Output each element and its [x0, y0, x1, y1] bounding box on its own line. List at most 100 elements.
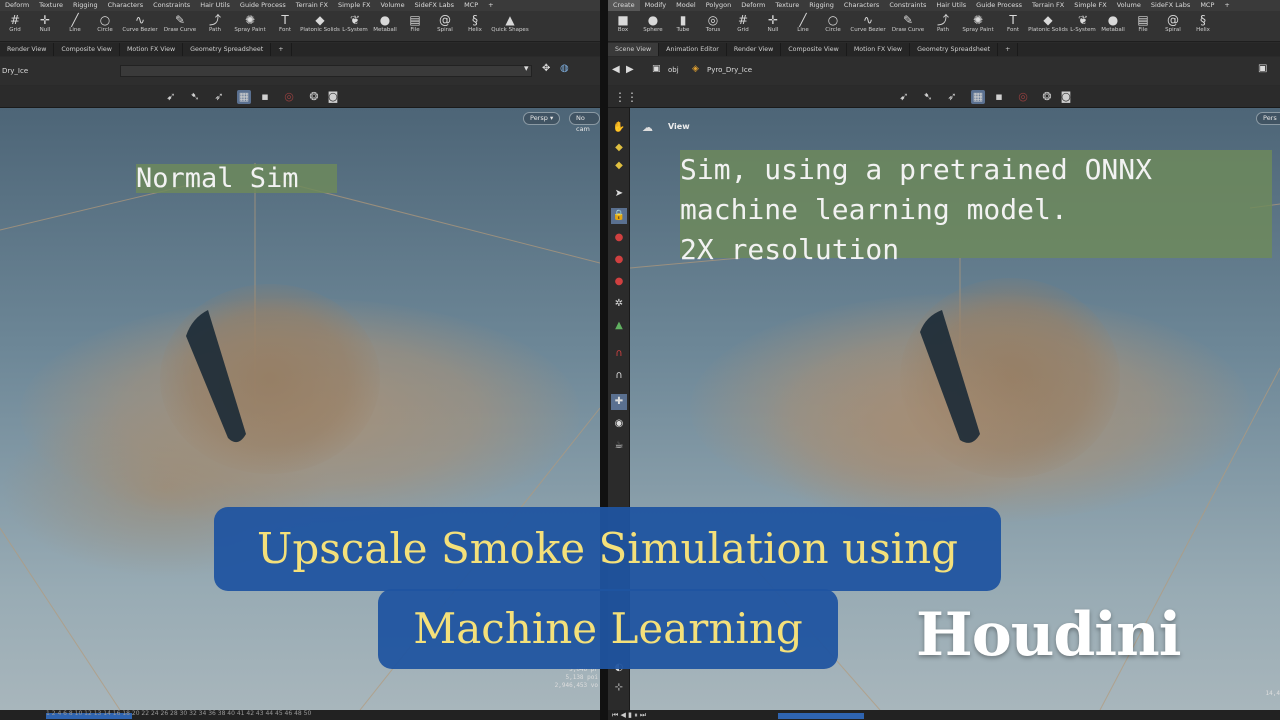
shelf-tab-deform[interactable]: Deform [0, 0, 34, 11]
pin-icon[interactable]: ✥ [542, 63, 550, 74]
shelf-tab-create[interactable]: Create [608, 0, 640, 11]
lock-icon[interactable]: 🔒 [611, 208, 627, 224]
loop-icon[interactable]: ∩ [611, 368, 627, 384]
camera-icon[interactable]: ❂ [1040, 90, 1054, 104]
shelf-tool-spray-paint[interactable]: ✺ Spray Paint [958, 11, 998, 41]
flipbook-icon[interactable]: ◉ [611, 416, 627, 432]
shelf-tool-path[interactable]: ⤴ Path [200, 11, 230, 41]
shelf-tab-simple-fx[interactable]: Simple FX [1069, 0, 1111, 11]
shelf-tool-platonic-solids[interactable]: ◆ Platonic Solids [1028, 11, 1068, 41]
playback-controls-icon[interactable]: ⏮ ◀ ▮ ⏸ ⏭ [612, 711, 646, 720]
path-node[interactable]: Pyro_Dry_Ice [707, 66, 752, 74]
shelf-tab-sidefx-labs[interactable]: SideFX Labs [1146, 0, 1195, 11]
view-tool-icon[interactable]: ◆ [611, 140, 627, 156]
left-timeline[interactable]: 1 2 4 6 8 10 12 13 14 16 18 20 22 24 26 … [0, 710, 600, 720]
pane-tab-render-view[interactable]: Render View [727, 43, 782, 56]
shelf-tool-spiral[interactable]: @ Spiral [1158, 11, 1188, 41]
shelf-tab-sidefx-labs[interactable]: SideFX Labs [410, 0, 459, 11]
shelf-tool-path[interactable]: ⤴ Path [928, 11, 958, 41]
shelf-tool-font[interactable]: T Font [998, 11, 1028, 41]
record-icon[interactable]: ◎ [282, 90, 296, 104]
shelf-tab-volume[interactable]: Volume [1112, 0, 1146, 11]
shelf-tab-model[interactable]: Model [671, 0, 701, 11]
shelf-tool-metaball[interactable]: ● Metaball [370, 11, 400, 41]
pane-tab-composite-view[interactable]: Composite View [781, 43, 847, 56]
pane-tab-motion-fx-view[interactable]: Motion FX View [847, 43, 911, 56]
rotate-arrow-icon[interactable]: ➶ [212, 90, 226, 104]
select-tool-icon[interactable]: ➤ [611, 186, 627, 202]
shelf-tool-helix[interactable]: § Helix [1188, 11, 1218, 41]
grid-menu-icon[interactable]: ⋮⋮ [614, 90, 638, 104]
pane-tab--[interactable]: + [998, 43, 1019, 56]
snap-grid-icon[interactable]: ▦ [971, 90, 985, 104]
shelf-tool-sphere[interactable]: ● Sphere [638, 11, 668, 41]
scale-icon[interactable]: ✲ [611, 296, 627, 312]
left-path-input[interactable] [120, 65, 532, 77]
right-timeline[interactable]: ⏮ ◀ ▮ ⏸ ⏭ [608, 710, 1280, 720]
display-icon[interactable]: ▪ [258, 90, 272, 104]
shelf-tab-guide-process[interactable]: Guide Process [971, 0, 1027, 11]
shelf-tool-file[interactable]: ▤ File [1128, 11, 1158, 41]
shelf-tab-rigging[interactable]: Rigging [68, 0, 103, 11]
pane-tab-motion-fx-view[interactable]: Motion FX View [120, 43, 184, 56]
rotate-icon[interactable]: ● [611, 274, 627, 290]
shelf-tab-terrain-fx[interactable]: Terrain FX [1027, 0, 1069, 11]
move-arrow-icon[interactable]: ➷ [921, 90, 935, 104]
rotate-arrow-icon[interactable]: ➶ [945, 90, 959, 104]
shelf-tool-spiral[interactable]: @ Spiral [430, 11, 460, 41]
shelf-tool-line[interactable]: ╱ Line [60, 11, 90, 41]
shelf-tab-hair-utils[interactable]: Hair Utils [195, 0, 235, 11]
shelf-tool-file[interactable]: ▤ File [400, 11, 430, 41]
shelf-tab-volume[interactable]: Volume [375, 0, 409, 11]
persp-menu-button[interactable]: Persp ▾ [523, 112, 561, 125]
shelf-tab-characters[interactable]: Characters [839, 0, 884, 11]
shelf-tab-deform[interactable]: Deform [736, 0, 770, 11]
shelf-tool-l-system[interactable]: ❦ L-System [340, 11, 370, 41]
shelf-tool-curve-bezier[interactable]: ∿ Curve Bezier [120, 11, 160, 41]
shelf-tool-l-system[interactable]: ❦ L-System [1068, 11, 1098, 41]
pane-tab-geometry-spreadsheet[interactable]: Geometry Spreadsheet [910, 43, 999, 56]
screenshot-icon[interactable]: ◙ [326, 90, 340, 104]
back-arrow-icon[interactable]: ◀ [612, 64, 620, 75]
snap-magnet-icon[interactable]: ∩ [611, 346, 627, 362]
shelf-tab-texture[interactable]: Texture [770, 0, 804, 11]
shelf-tab-simple-fx[interactable]: Simple FX [333, 0, 375, 11]
magnet-icon[interactable]: ● [611, 230, 627, 246]
render-region-icon[interactable]: ✚ [611, 394, 627, 410]
pane-tab-render-view[interactable]: Render View [0, 43, 55, 56]
record-icon[interactable]: ◎ [1016, 90, 1030, 104]
pane-tab-animation-editor[interactable]: Animation Editor [659, 43, 727, 56]
shelf-tab-mcp[interactable]: MCP [459, 0, 483, 11]
shelf-tab-guide-process[interactable]: Guide Process [235, 0, 291, 11]
shelf-tool-line[interactable]: ╱ Line [788, 11, 818, 41]
shelf-tool-null[interactable]: ✛ Null [758, 11, 788, 41]
select-arrow-icon[interactable]: ➹ [897, 90, 911, 104]
shelf-tool-grid[interactable]: # Grid [0, 11, 30, 41]
shelf-tool-draw-curve[interactable]: ✎ Draw Curve [888, 11, 928, 41]
shelf-tool-draw-curve[interactable]: ✎ Draw Curve [160, 11, 200, 41]
select-arrow-icon[interactable]: ➹ [164, 90, 178, 104]
forward-arrow-icon[interactable]: ▶ [626, 64, 634, 75]
shelf-tool-spray-paint[interactable]: ✺ Spray Paint [230, 11, 270, 41]
shelf-tool-helix[interactable]: § Helix [460, 11, 490, 41]
pane-tab--[interactable]: + [271, 43, 292, 56]
shelf-tool-tube[interactable]: ▮ Tube [668, 11, 698, 41]
pane-tab-scene-view[interactable]: Scene View [608, 43, 660, 56]
pane-tab-composite-view[interactable]: Composite View [54, 43, 120, 56]
shelf-tab-mcp[interactable]: MCP [1195, 0, 1219, 11]
handle-tool-icon[interactable]: ✋ [611, 120, 627, 136]
left-path-field[interactable]: Dry_Ice [2, 67, 28, 75]
shelf-tool-circle[interactable]: ○ Circle [90, 11, 120, 41]
shelf-tool-grid[interactable]: # Grid [728, 11, 758, 41]
shelf-tab-rigging[interactable]: Rigging [804, 0, 839, 11]
transform-icon[interactable]: ● [611, 252, 627, 268]
shelf-tab-characters[interactable]: Characters [103, 0, 148, 11]
shelf-tab--[interactable]: + [1219, 0, 1234, 11]
brush-icon[interactable]: ▲ [611, 318, 627, 334]
display-icon[interactable]: ▪ [992, 90, 1006, 104]
chevron-down-icon[interactable]: ▾ [524, 64, 529, 74]
shelf-tool-platonic-solids[interactable]: ◆ Platonic Solids [300, 11, 340, 41]
shelf-tool-quick-shapes[interactable]: ▲ Quick Shapes [490, 11, 530, 41]
shelf-tool-metaball[interactable]: ● Metaball [1098, 11, 1128, 41]
shelf-tool-null[interactable]: ✛ Null [30, 11, 60, 41]
